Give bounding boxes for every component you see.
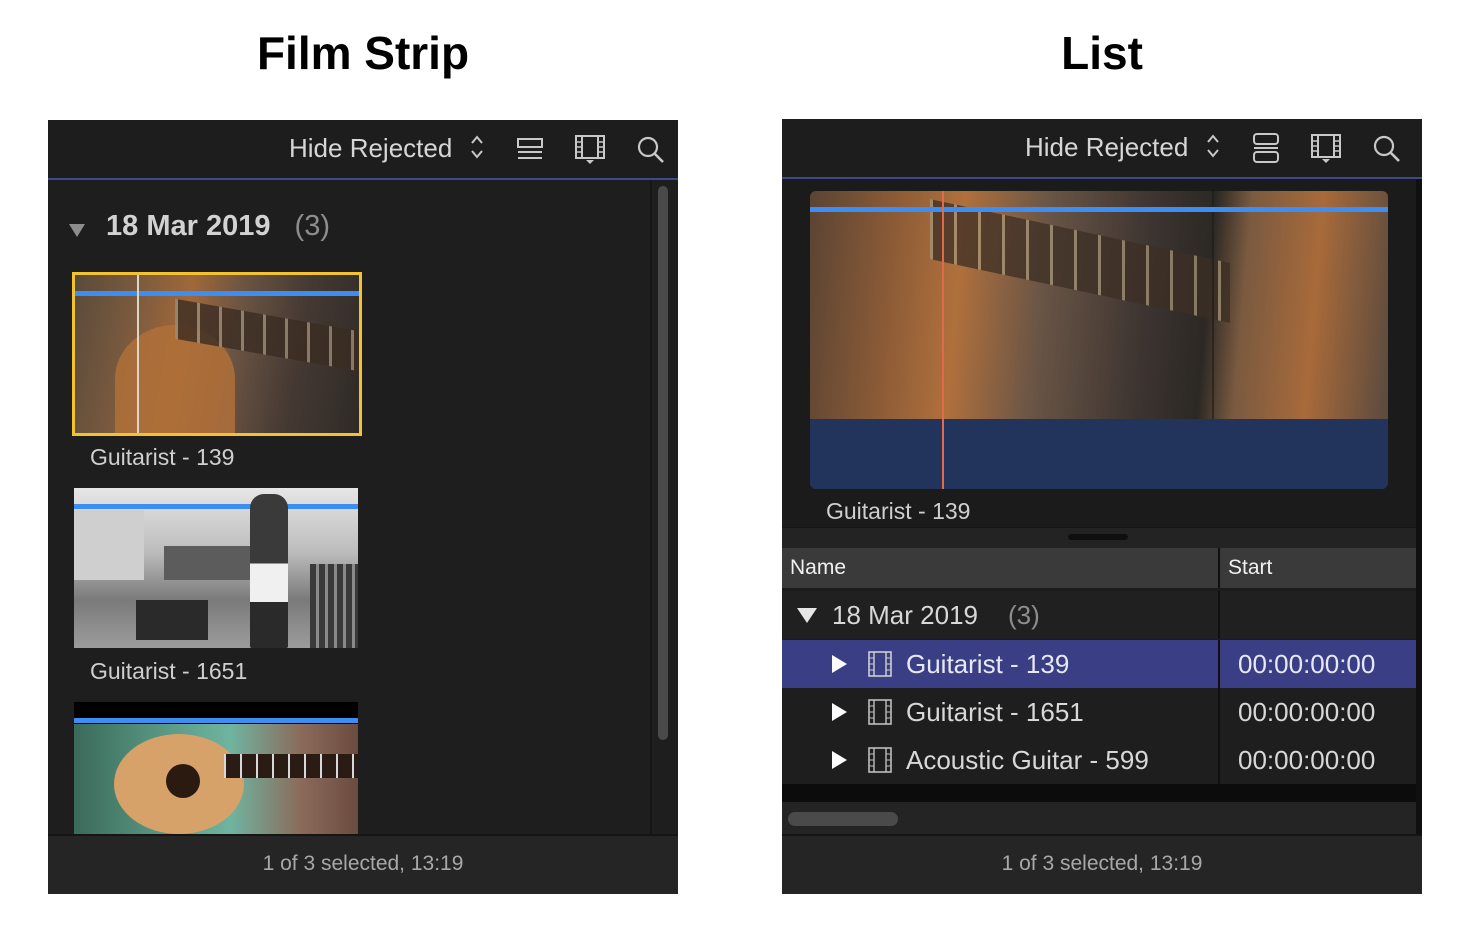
- right-edge-strip: [1416, 179, 1422, 836]
- film-clip-icon: [868, 699, 892, 725]
- range-bar: [74, 718, 358, 723]
- group-date-label: 18 Mar 2019: [832, 600, 978, 630]
- column-divider: [1218, 640, 1220, 688]
- triangle-right-icon[interactable]: [830, 702, 848, 722]
- frame-divider: [1212, 191, 1214, 419]
- row-start: 00:00:00:00: [1238, 697, 1376, 727]
- list-row-acoustic-guitar-599[interactable]: Acoustic Guitar - 599 00:00:00:00: [782, 736, 1416, 784]
- list-heading: List: [1061, 27, 1143, 79]
- updown-chevron-icon[interactable]: [1205, 132, 1221, 160]
- list-row-guitarist-1651[interactable]: Guitarist - 1651 00:00:00:00: [782, 688, 1416, 736]
- row-name: Guitarist - 1651: [906, 697, 1084, 727]
- triangle-down-icon[interactable]: [68, 222, 86, 238]
- clip-appearance-icon[interactable]: [516, 136, 544, 162]
- list-column-header: Name Start: [782, 548, 1416, 588]
- range-bar: [74, 504, 358, 509]
- row-start: 00:00:00:00: [1238, 745, 1376, 775]
- clip-preview-filmstrip[interactable]: [810, 191, 1388, 489]
- row-name: Guitarist - 139: [906, 649, 1070, 679]
- preview-clip-name: Guitarist - 139: [826, 498, 971, 524]
- column-divider[interactable]: [1218, 548, 1220, 588]
- horizontal-scroll-track: [782, 802, 1416, 834]
- search-icon[interactable]: [1372, 134, 1402, 164]
- column-divider: [1218, 688, 1220, 736]
- hide-rejected-popup[interactable]: Hide Rejected: [1025, 132, 1188, 163]
- clip-appearance-icon[interactable]: [1252, 132, 1280, 164]
- film-clip-icon: [868, 651, 892, 677]
- splitter-handle: [1068, 534, 1128, 540]
- scroll-track-divider: [650, 180, 652, 834]
- shelf: [310, 564, 358, 648]
- status-bar: 1 of 3 selected, 13:19: [48, 834, 678, 894]
- triangle-right-icon[interactable]: [830, 750, 848, 770]
- status-bar: 1 of 3 selected, 13:19: [782, 834, 1422, 894]
- preview-frames: [810, 191, 1388, 419]
- start-column-header[interactable]: Start: [1228, 556, 1272, 580]
- search-icon[interactable]: [636, 135, 666, 165]
- range-bar: [75, 291, 359, 296]
- list-row-guitarist-139[interactable]: Guitarist - 139 00:00:00:00: [782, 640, 1416, 688]
- list-empty-area: [782, 784, 1416, 802]
- back-wall: [74, 510, 144, 580]
- filmstrip-icon[interactable]: [1310, 132, 1342, 164]
- guitar-case: [136, 600, 208, 640]
- selection-status: 1 of 3 selected, 13:19: [1001, 852, 1203, 875]
- clip-name-guitarist-1651: Guitarist - 1651: [90, 658, 248, 684]
- date-label: 18 Mar 2019: [106, 210, 271, 242]
- fretboard: [930, 199, 1230, 323]
- list-panel: Hide Rejected Guitarist - 139 Name Start…: [782, 119, 1422, 894]
- horizontal-scrollbar[interactable]: [788, 812, 898, 826]
- date-count: (3): [294, 210, 330, 242]
- playhead[interactable]: [942, 191, 944, 489]
- fretboard: [224, 754, 358, 778]
- range-bar: [810, 207, 1388, 212]
- clip-thumbnail-acoustic-guitar-599[interactable]: [74, 702, 358, 834]
- selection-status: 1 of 3 selected, 13:19: [262, 852, 464, 875]
- film-clip-icon: [868, 747, 892, 773]
- filmstrip-icon[interactable]: [574, 133, 606, 165]
- browser-toolbar: Hide Rejected: [782, 119, 1422, 179]
- pane-splitter[interactable]: [782, 527, 1416, 548]
- film-strip-heading: Film Strip: [256, 27, 470, 79]
- browser-toolbar: Hide Rejected: [48, 120, 678, 180]
- updown-chevron-icon[interactable]: [469, 133, 485, 161]
- hide-rejected-popup[interactable]: Hide Rejected: [289, 133, 452, 164]
- clip-thumbnail-guitarist-1651[interactable]: [74, 488, 358, 648]
- date-group-header[interactable]: 18 Mar 2019 (3): [106, 210, 330, 243]
- clip-name-guitarist-139: Guitarist - 139: [90, 444, 235, 470]
- row-name: Acoustic Guitar - 599: [906, 745, 1149, 775]
- person: [250, 494, 288, 648]
- group-count: (3): [1008, 600, 1040, 630]
- column-divider: [1218, 591, 1220, 639]
- list-group-row[interactable]: 18 Mar 2019 (3): [782, 591, 1416, 639]
- clip-thumbnail-guitarist-139[interactable]: [72, 272, 362, 436]
- triangle-down-icon[interactable]: [796, 606, 818, 624]
- column-divider: [1218, 736, 1220, 784]
- row-start: 00:00:00:00: [1238, 649, 1376, 679]
- film-strip-panel: Hide Rejected 18 Mar 2019 (3) Guitarist …: [48, 120, 678, 894]
- sound-hole: [166, 764, 200, 798]
- clip-image: [74, 724, 358, 834]
- vertical-scrollbar[interactable]: [658, 186, 668, 740]
- triangle-right-icon[interactable]: [830, 654, 848, 674]
- name-column-header[interactable]: Name: [790, 556, 846, 580]
- skimmer-line: [137, 275, 139, 433]
